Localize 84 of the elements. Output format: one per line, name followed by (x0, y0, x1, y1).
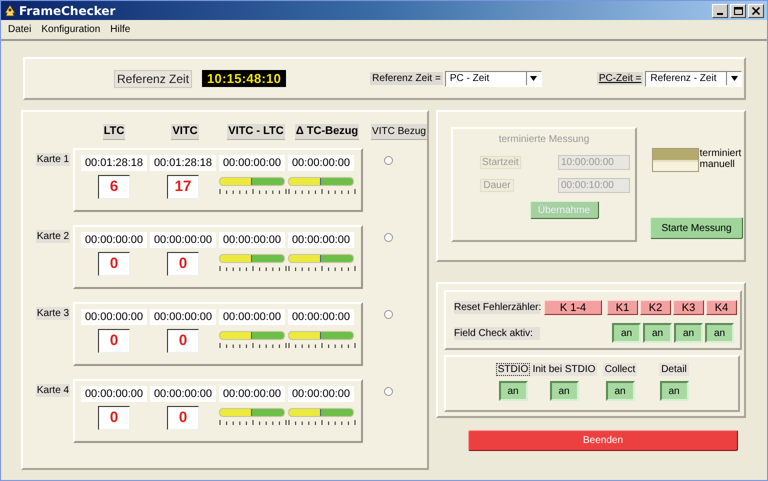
time-field: 00:00:00:00 (81, 386, 147, 402)
toggle-button[interactable]: an (550, 381, 578, 401)
minimize-icon (717, 12, 723, 14)
toggle-button[interactable]: an (498, 381, 528, 401)
error-count: 0 (98, 329, 130, 353)
toggle-button[interactable]: an (643, 323, 672, 343)
start-measurement-button[interactable]: Starte Messung (650, 217, 743, 239)
time-field: 00:01:28:18 (81, 155, 147, 171)
reference-time-button[interactable]: Referenz Zeit (114, 70, 192, 88)
input-field: 00:00:10:00 (558, 178, 630, 193)
card-label: Karte 2 (36, 230, 70, 243)
maximize-icon (734, 6, 742, 14)
caret-icon (730, 76, 738, 81)
time-field: 00:00:00:00 (219, 386, 285, 402)
card-label: Karte 1 (36, 153, 70, 166)
error-count: 17 (167, 175, 199, 199)
column-header: VITC (171, 124, 199, 140)
input-field: 10:00:00:00 (558, 155, 630, 170)
time-field: 00:00:00:00 (288, 386, 354, 402)
toggle-button[interactable]: an (660, 381, 688, 401)
toggle-button[interactable]: an (705, 323, 734, 343)
error-count: 0 (167, 329, 199, 353)
error-count: 6 (98, 175, 130, 199)
option-label: Collect (602, 363, 638, 376)
toggle-button[interactable]: an (606, 381, 634, 401)
menu-item[interactable]: Konfiguration (38, 24, 104, 35)
option-label: Init bei STDIO (530, 363, 598, 376)
reset-label: Reset Fehlerzähler: (454, 301, 540, 314)
radio-button[interactable] (384, 310, 393, 319)
time-field: 00:00:00:00 (219, 232, 285, 248)
radio-button[interactable] (384, 387, 393, 396)
radio-button[interactable] (384, 156, 393, 165)
error-count: 0 (98, 406, 130, 430)
app-icon (4, 4, 16, 17)
reset-button[interactable]: K1 (607, 300, 638, 315)
menu-item[interactable]: Datei (5, 24, 34, 35)
option-label: STDIO (496, 363, 530, 376)
reset-button[interactable]: K3 (673, 300, 704, 315)
menu-item[interactable]: Hilfe (107, 24, 134, 35)
time-field: 00:00:00:00 (81, 232, 147, 248)
legend-label: manuell (700, 159, 736, 170)
time-field: 00:00:00:00 (219, 155, 285, 171)
time-display: 10:15:48:10 (202, 70, 286, 87)
time-field: 00:00:00:00 (288, 232, 354, 248)
close-icon (752, 6, 760, 14)
window-title: FrameChecker (19, 4, 116, 18)
selector-label: PC-Zeit = (596, 72, 644, 85)
maximize-button[interactable] (730, 4, 746, 18)
reset-button[interactable]: K4 (706, 300, 737, 315)
time-field: 00:00:00:00 (288, 155, 354, 171)
error-count: 0 (167, 252, 199, 276)
time-field: 00:00:00:00 (288, 309, 354, 325)
card-label: Karte 3 (36, 307, 70, 320)
dropdown[interactable]: PC - Zeit (444, 70, 542, 86)
toggle-button[interactable]: an (674, 323, 703, 343)
field-label: Startzeit (480, 156, 521, 169)
time-field: 00:00:00:00 (150, 309, 216, 325)
field-label: Dauer (480, 179, 514, 192)
column-header: VITC - LTC (227, 124, 285, 140)
time-field: 00:00:00:00 (81, 309, 147, 325)
time-field: 00:00:00:00 (150, 232, 216, 248)
caret-icon (530, 76, 538, 81)
time-field: 00:00:00:00 (219, 309, 285, 325)
toggle-button[interactable]: an (612, 323, 641, 343)
group-title: terminierte Messung (498, 134, 590, 145)
selector-label: Referenz Zeit = (370, 72, 443, 85)
exit-button[interactable]: Beenden (468, 430, 738, 451)
reset-button[interactable]: K2 (640, 300, 671, 315)
close-button[interactable] (748, 4, 764, 18)
column-header: Δ TC-Bezug (294, 124, 360, 140)
option-label: Detail (659, 363, 689, 376)
reset-button[interactable]: K 1-4 (544, 300, 602, 315)
column-header: VITC Bezug (371, 124, 427, 140)
error-count: 0 (98, 252, 130, 276)
time-field: 00:00:00:00 (150, 386, 216, 402)
legend-label: terminiert (700, 148, 742, 159)
error-count: 0 (167, 406, 199, 430)
dropdown[interactable]: Referenz - Zeit (645, 70, 742, 86)
card-label: Karte 4 (36, 384, 70, 397)
field-check-label: Field Check aktiv: (454, 326, 540, 340)
time-field: 00:01:28:18 (150, 155, 216, 171)
minimize-button[interactable] (712, 4, 728, 18)
radio-button[interactable] (384, 233, 393, 242)
column-header: LTC (102, 124, 126, 140)
